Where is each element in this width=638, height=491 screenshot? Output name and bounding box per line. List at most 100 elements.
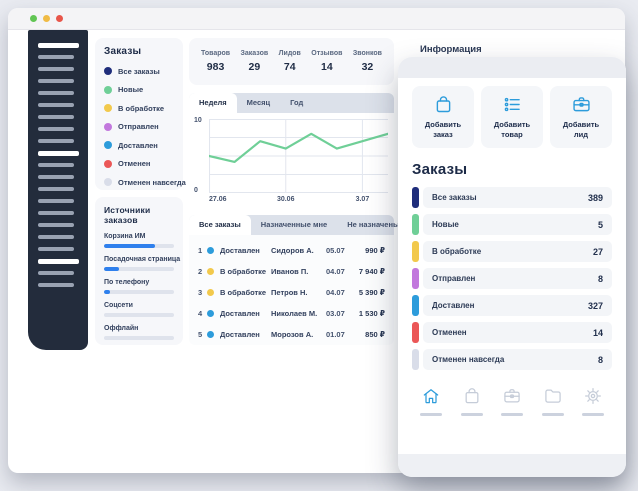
sidebar-menu-placeholder[interactable] <box>38 223 74 227</box>
sidebar-menu-placeholder[interactable] <box>38 283 74 287</box>
gear-icon <box>583 386 603 406</box>
panel-bottom-bar <box>398 454 626 477</box>
stat-products: Товаров 983 <box>201 50 230 73</box>
filter-sent[interactable]: Отправлен <box>104 122 174 131</box>
order-row[interactable]: 2 В обработке Иванов П. 04.07 7 940 ₽ <box>198 261 385 282</box>
info-section-title: Информация <box>420 44 482 55</box>
sidebar-menu-placeholder[interactable] <box>38 247 74 251</box>
traffic-light-red-icon[interactable] <box>56 15 63 22</box>
status-count: 389 <box>588 193 603 203</box>
status-color-dot <box>207 310 214 317</box>
progress-track <box>104 336 174 340</box>
sidebar-menu-placeholder[interactable] <box>38 235 74 239</box>
sidebar-menu-placeholder[interactable] <box>38 151 79 156</box>
status-color-dot <box>207 289 214 296</box>
order-sources-card: Источники заказов Корзина ИМ Посадочная … <box>95 197 183 345</box>
sidebar-menu-placeholder[interactable] <box>38 91 74 95</box>
nav-indicator <box>582 413 604 416</box>
nav-leads[interactable] <box>499 386 525 416</box>
progress-track <box>104 290 174 294</box>
filter-cancelled-forever[interactable]: Отменен навсегда <box>104 178 174 187</box>
shopping-bag-icon <box>433 94 454 115</box>
sidebar-menu-placeholder[interactable] <box>38 67 74 71</box>
status-row-delivered[interactable]: Доставлен327 <box>412 295 612 316</box>
filter-new[interactable]: Новые <box>104 85 174 94</box>
orders-table-card: Все заказы Назначенные мне Не назначены … <box>189 215 394 345</box>
status-color-dot <box>104 86 112 94</box>
status-row-cancelled[interactable]: Отменен14 <box>412 322 612 343</box>
tab-assigned-to-me[interactable]: Назначенные мне <box>251 215 337 235</box>
status-count: 5 <box>598 220 603 230</box>
progress-fill <box>104 267 119 271</box>
window-titlebar <box>8 8 625 30</box>
tab-all-orders[interactable]: Все заказы <box>189 215 251 235</box>
sidebar-menu-placeholder[interactable] <box>38 271 74 275</box>
home-icon <box>421 386 441 406</box>
stats-summary-card: Товаров 983 Заказов 29 Лидов 74 Отзывов … <box>189 38 394 85</box>
add-product-button[interactable]: Добавить товар <box>481 86 543 148</box>
filter-processing[interactable]: В обработке <box>104 104 174 113</box>
source-social[interactable]: Соцсети <box>104 302 174 317</box>
sidebar-menu-placeholder[interactable] <box>38 163 74 167</box>
stat-calls: Звонков 32 <box>353 50 382 73</box>
order-row[interactable]: 5 Доставлен Морозов А. 01.07 850 ₽ <box>198 324 385 345</box>
filter-delivered[interactable]: Доставлен <box>104 141 174 150</box>
stat-orders: Заказов 29 <box>241 50 269 73</box>
status-color-dot <box>207 268 214 275</box>
y-axis-tick: 10 <box>194 117 202 124</box>
sidebar-menu-placeholder[interactable] <box>38 103 74 107</box>
quick-actions: Добавить заказ Добавить товар Добавить л… <box>412 86 612 148</box>
sidebar-menu-placeholder[interactable] <box>38 127 74 131</box>
filter-all-orders[interactable]: Все заказы <box>104 67 174 76</box>
sidebar-menu-placeholder[interactable] <box>38 187 74 191</box>
nav-indicator <box>461 413 483 416</box>
source-landing[interactable]: Посадочная страница <box>104 256 174 271</box>
traffic-light-yellow-icon[interactable] <box>43 15 50 22</box>
status-row-all-orders[interactable]: Все заказы389 <box>412 187 612 208</box>
nav-orders[interactable] <box>459 386 485 416</box>
nav-home[interactable] <box>418 386 444 416</box>
status-color-dot <box>207 331 214 338</box>
status-row-cancelled-forever[interactable]: Отменен навсегда8 <box>412 349 612 370</box>
briefcase-icon <box>571 94 592 115</box>
sidebar-menu-placeholder[interactable] <box>38 211 74 215</box>
sidebar-menu-placeholder[interactable] <box>38 259 79 264</box>
line-chart: 10 0 27.06 30.06 3.07 <box>189 113 394 207</box>
orders-filter-title: Заказы <box>104 46 174 57</box>
tab-month[interactable]: Месяц <box>237 93 280 113</box>
order-row[interactable]: 3 В обработке Петров Н. 04.07 5 390 ₽ <box>198 282 385 303</box>
sidebar-menu-placeholder[interactable] <box>38 199 74 203</box>
order-row[interactable]: 1 Доставлен Сидоров А. 05.07 990 ₽ <box>198 240 385 261</box>
order-row[interactable]: 4 Доставлен Николаев М. 03.07 1 530 ₽ <box>198 303 385 324</box>
stat-leads: Лидов 74 <box>279 50 301 73</box>
nav-files[interactable] <box>540 386 566 416</box>
nav-settings[interactable] <box>580 386 606 416</box>
sidebar-menu-placeholder[interactable] <box>38 115 74 119</box>
sidebar-menu-placeholder[interactable] <box>38 55 74 59</box>
sidebar-menu-placeholder[interactable] <box>38 175 74 179</box>
status-color-pill <box>412 322 419 343</box>
status-count: 8 <box>598 355 603 365</box>
status-count: 8 <box>598 274 603 284</box>
add-lead-button[interactable]: Добавить лид <box>550 86 612 148</box>
filter-cancelled[interactable]: Отменен <box>104 159 174 168</box>
status-row-processing[interactable]: В обработке27 <box>412 241 612 262</box>
progress-track <box>104 313 174 317</box>
tab-week[interactable]: Неделя <box>189 93 237 113</box>
sidebar-menu-placeholder[interactable] <box>38 79 74 83</box>
status-color-dot <box>104 104 112 112</box>
status-color-pill <box>412 295 419 316</box>
nav-indicator <box>542 413 564 416</box>
source-offline[interactable]: Оффлайн <box>104 325 174 340</box>
shopping-bag-icon <box>462 386 482 406</box>
sidebar-menu-placeholder[interactable] <box>38 43 79 48</box>
source-cart[interactable]: Корзина ИМ <box>104 233 174 248</box>
status-row-new[interactable]: Новые5 <box>412 214 612 235</box>
folder-icon <box>543 386 563 406</box>
sidebar-menu-placeholder[interactable] <box>38 139 74 143</box>
tab-year[interactable]: Год <box>280 93 313 113</box>
source-phone[interactable]: По телефону <box>104 279 174 294</box>
traffic-light-green-icon[interactable] <box>30 15 37 22</box>
add-order-button[interactable]: Добавить заказ <box>412 86 474 148</box>
status-row-sent[interactable]: Отправлен8 <box>412 268 612 289</box>
